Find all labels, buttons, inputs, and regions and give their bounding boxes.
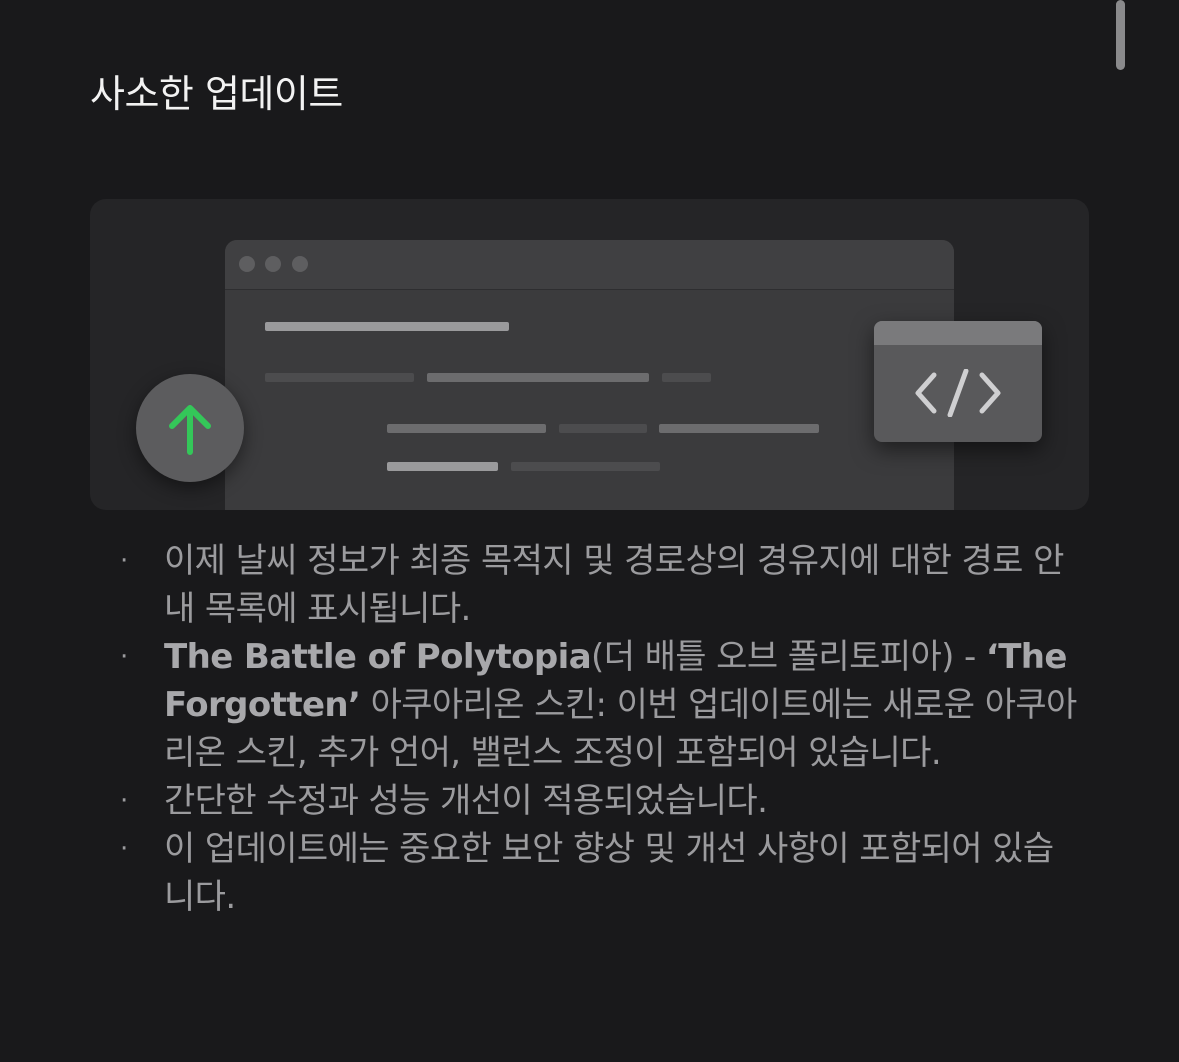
note-text: 이 업데이트에는 중요한 보안 향상 및 개선 사항이 포함되어 있습니다. [164, 829, 1054, 917]
placeholder-line [265, 322, 509, 331]
code-window-graphic [874, 321, 1042, 442]
list-item: · 이제 날씨 정보가 최종 목적지 및 경로상의 경유지에 대한 경로 안내 … [0, 537, 1179, 633]
placeholder-line [387, 424, 546, 433]
window-dot [239, 256, 255, 272]
update-illustration [90, 199, 1089, 510]
browser-window-graphic [225, 240, 954, 510]
game-title: The Battle of Polytopia [164, 637, 592, 677]
browser-title-bar [225, 240, 954, 290]
note-text: 간단한 수정과 성능 개선이 적용되었습니다. [164, 781, 768, 821]
placeholder-line [511, 462, 660, 471]
bullet: · [120, 546, 128, 576]
bullet: · [120, 834, 128, 864]
placeholder-line [662, 373, 711, 382]
placeholder-line [427, 373, 649, 382]
note-text: (더 배틀 오브 폴리토피아) - [591, 637, 986, 677]
code-brackets-icon [915, 369, 1001, 417]
placeholder-line [387, 462, 498, 471]
section-title: 사소한 업데이트 [90, 72, 343, 116]
placeholder-line [265, 373, 414, 382]
list-item: · 간단한 수정과 성능 개선이 적용되었습니다. [0, 777, 1179, 825]
release-notes-page: 사소한 업데이트 · 이제 날씨 정보가 최종 목적지 및 경로상의 경유지에 … [0, 0, 1179, 1062]
release-notes-list: · 이제 날씨 정보가 최종 목적지 및 경로상의 경유지에 대한 경로 안내 … [0, 537, 1179, 921]
note-text: 이제 날씨 정보가 최종 목적지 및 경로상의 경유지에 대한 경로 안내 목록… [164, 541, 1064, 629]
scrollbar[interactable] [1116, 0, 1125, 70]
list-item: · The Battle of Polytopia(더 배틀 오브 폴리토피아)… [0, 633, 1179, 777]
placeholder-line [559, 424, 647, 433]
code-window-title-bar [874, 321, 1042, 345]
window-dot [265, 256, 281, 272]
arrow-up-icon [169, 405, 211, 455]
bullet: · [120, 786, 128, 816]
placeholder-line [659, 424, 819, 433]
bullet: · [120, 642, 128, 672]
window-dot [292, 256, 308, 272]
upload-badge [136, 374, 244, 482]
list-item: · 이 업데이트에는 중요한 보안 향상 및 개선 사항이 포함되어 있습니다. [0, 825, 1179, 921]
